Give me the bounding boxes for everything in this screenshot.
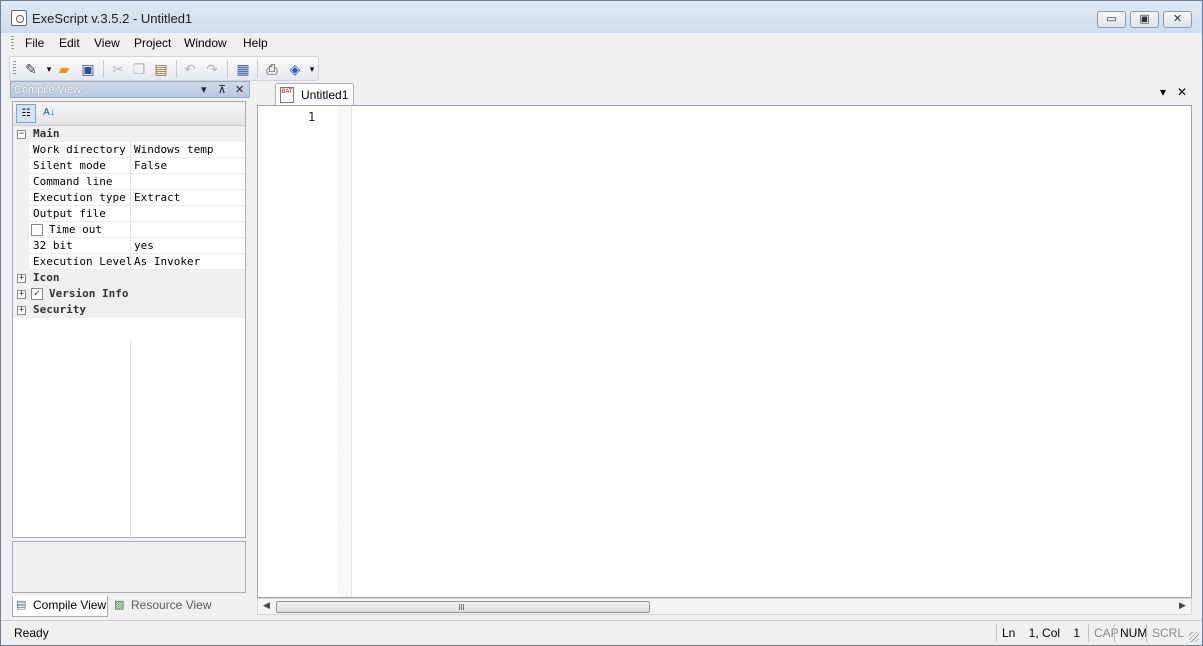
tab-untitled1[interactable]: BAT Untitled1 [275, 83, 354, 105]
property-grid-toolbar: ☷ A↓ [13, 102, 245, 126]
panel-pin-icon[interactable]: ⊼ [218, 83, 226, 96]
version-info-checkbox[interactable]: ✓ [31, 288, 43, 300]
paste-icon[interactable]: ▤ [152, 60, 170, 78]
scroll-left-icon[interactable]: ◀ [263, 600, 270, 611]
panel-header: Compile View ▾ ⊼ ✕ [10, 81, 250, 98]
app-icon[interactable] [11, 10, 27, 26]
tab-resource-view[interactable]: ▨ Resource View [111, 596, 221, 617]
minimize-button[interactable]: ▭ [1097, 11, 1126, 28]
status-bar: Ready Ln 1, Col 1 CAP NUM SCRL [1, 620, 1202, 645]
app-window: ExeScript v.3.5.2 - Untitled1 ▭ ▣ ✕ File… [0, 0, 1203, 646]
category-main[interactable]: − Main [13, 126, 245, 142]
num-lock-indicator: NUM [1114, 624, 1147, 642]
compile-view-icon: ▤ [16, 599, 27, 611]
collapse-icon[interactable]: − [17, 130, 26, 139]
horizontal-scrollbar[interactable]: ◀ ▶ [257, 598, 1192, 615]
scroll-lock-indicator: SCRL [1146, 624, 1186, 642]
overflow-icon[interactable]: ▾ [307, 60, 317, 78]
panel-title: Compile View [14, 84, 82, 96]
restore-button[interactable]: ▣ [1130, 11, 1159, 28]
property-value[interactable]: Windows temp [134, 143, 213, 156]
property-row[interactable]: 32 bit yes [13, 238, 245, 254]
property-grid: ☷ A↓ − Main Work directory Windows temp … [12, 101, 246, 538]
document-list-dropdown-icon[interactable]: ▾ [1160, 85, 1166, 99]
property-description-box [12, 541, 246, 593]
categorized-icon[interactable]: ☷ [16, 104, 36, 123]
property-name: Output file [33, 207, 106, 220]
document-tab-label: Untitled1 [301, 88, 349, 102]
menu-file[interactable]: File [25, 36, 44, 50]
property-name: 32 bit [33, 239, 73, 252]
menu-help[interactable]: Help [243, 36, 268, 50]
editor-area: BAT Untitled1 ▾ ✕ 1 ◀ ▶ [255, 81, 1193, 618]
compile-icon[interactable]: ▦ [234, 60, 252, 78]
cut-icon[interactable]: ✂ [109, 60, 127, 78]
expand-icon[interactable]: + [17, 274, 26, 283]
cursor-position: Ln 1, Col 1 [996, 624, 1085, 642]
property-row[interactable]: Output file [13, 206, 245, 222]
category-security[interactable]: + Security [13, 302, 245, 318]
time-out-checkbox[interactable] [31, 224, 43, 236]
property-name: Execution Level [33, 255, 133, 268]
line-number: 1 [308, 110, 316, 124]
menu-view[interactable]: View [94, 36, 120, 50]
menubar-grip[interactable] [11, 36, 14, 50]
window-title: ExeScript v.3.5.2 - Untitled1 [32, 11, 193, 26]
property-value[interactable]: False [134, 159, 167, 172]
fold-margin[interactable] [337, 106, 352, 597]
property-row[interactable]: Silent mode False [13, 158, 245, 174]
title-bar: ExeScript v.3.5.2 - Untitled1 ▭ ▣ ✕ [1, 1, 1202, 33]
copy-icon[interactable]: ❐ [130, 60, 148, 78]
property-value[interactable]: As Invoker [134, 255, 200, 268]
batch-file-icon: BAT [280, 87, 294, 103]
property-row[interactable]: Execution type Extract [13, 190, 245, 206]
alphabetical-sort-icon[interactable]: A↓ [39, 104, 59, 123]
undo-icon[interactable]: ↶ [181, 60, 199, 78]
main-toolbar: ✎ ▾ ▰ ▣ ✂ ❐ ▤ ↶ ↷ ▦ ⎙ ◈ ▾ [9, 56, 319, 81]
property-value[interactable]: Extract [134, 191, 180, 204]
close-button[interactable]: ✕ [1163, 11, 1192, 28]
category-version-info[interactable]: + ✓ Version Info [13, 286, 245, 302]
menu-window[interactable]: Window [184, 36, 227, 50]
resource-view-icon: ▨ [114, 599, 125, 611]
panel-dropdown-icon[interactable]: ▾ [201, 83, 207, 96]
print-icon[interactable]: ⎙ [263, 60, 281, 78]
property-row[interactable]: Time out [13, 222, 245, 238]
property-value[interactable]: yes [134, 239, 154, 252]
compile-view-panel: Compile View ▾ ⊼ ✕ ☷ A↓ − Main Work dire… [10, 81, 250, 618]
run-icon[interactable]: ◈ [286, 60, 304, 78]
property-name: Time out [49, 223, 102, 236]
menu-project[interactable]: Project [134, 36, 171, 50]
code-editor[interactable]: 1 [257, 105, 1192, 598]
scroll-right-icon[interactable]: ▶ [1179, 600, 1186, 611]
menu-edit[interactable]: Edit [59, 36, 80, 50]
toolbar-grip[interactable] [13, 61, 16, 76]
menu-bar: File Edit View Project Window Help [1, 33, 1202, 54]
open-icon[interactable]: ▰ [55, 60, 73, 78]
property-row[interactable]: Command line [13, 174, 245, 190]
resize-grip[interactable] [1189, 632, 1199, 642]
tab-compile-view[interactable]: ▤ Compile View [12, 596, 108, 617]
property-name: Silent mode [33, 159, 106, 172]
property-name: Command line [33, 175, 113, 188]
document-close-icon[interactable]: ✕ [1177, 85, 1187, 99]
new-icon[interactable]: ✎ [22, 60, 40, 78]
property-name: Work directory [33, 143, 126, 156]
expand-icon[interactable]: + [17, 290, 26, 299]
scrollbar-thumb[interactable] [276, 601, 650, 613]
redo-icon[interactable]: ↷ [203, 60, 221, 78]
category-icon[interactable]: + Icon [13, 270, 245, 286]
expand-icon[interactable]: + [17, 306, 26, 315]
property-row[interactable]: Execution Level As Invoker [13, 254, 245, 270]
property-name: Execution type [33, 191, 126, 204]
caps-lock-indicator: CAP [1088, 624, 1119, 642]
panel-close-icon[interactable]: ✕ [235, 83, 244, 96]
save-icon[interactable]: ▣ [79, 60, 97, 78]
status-text: Ready [14, 626, 49, 640]
property-row[interactable]: Work directory Windows temp [13, 142, 245, 158]
